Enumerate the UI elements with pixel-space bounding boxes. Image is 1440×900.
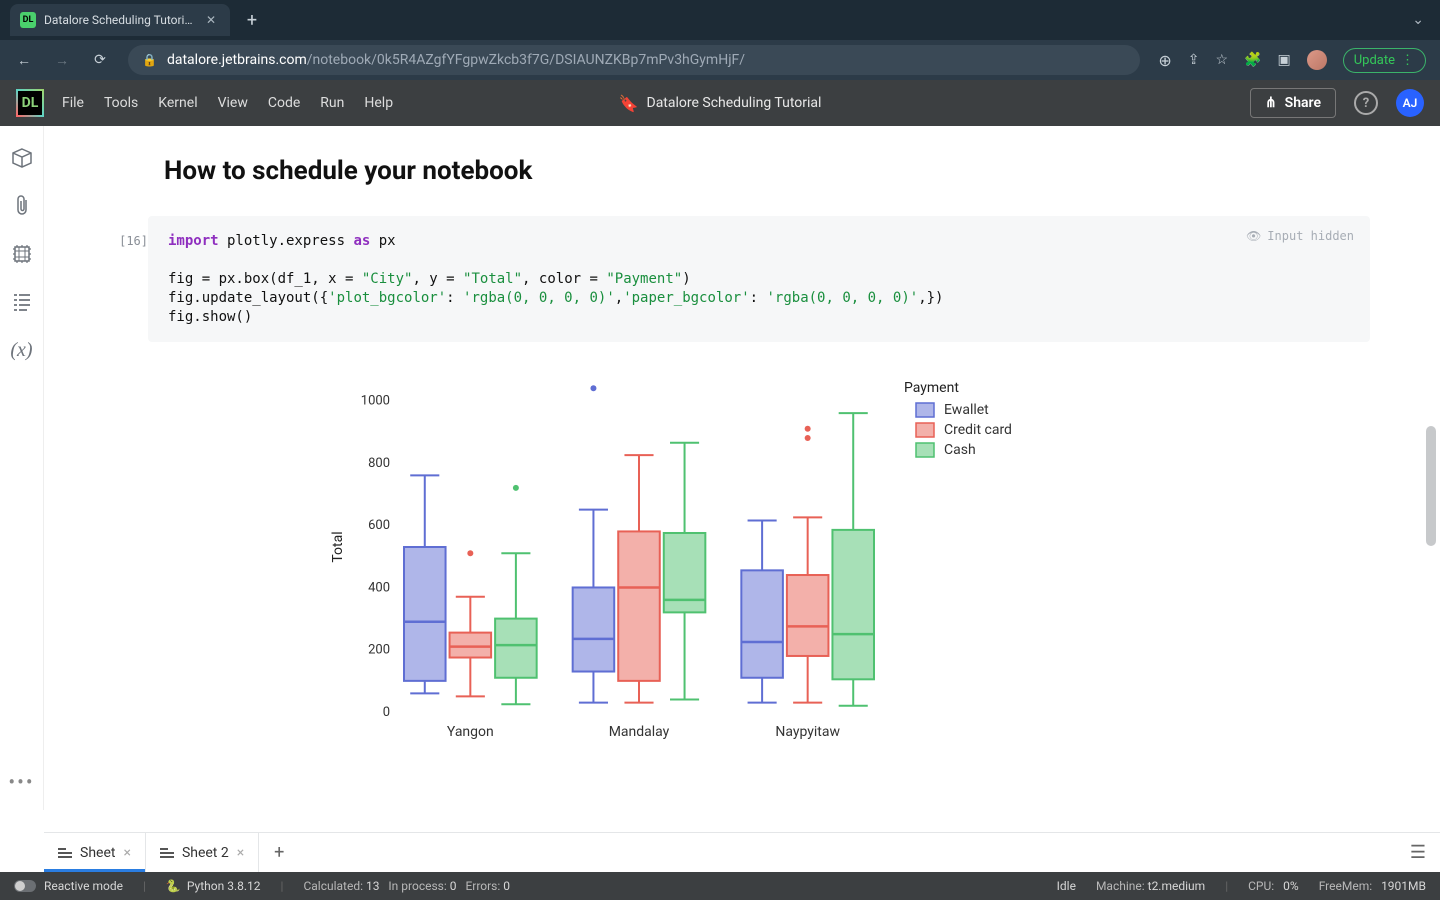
code-line: fig = px.box(df_1, x = "City", y = "Tota…: [168, 270, 1350, 289]
code-line: fig.show(): [168, 308, 1350, 327]
status-cpu[interactable]: CPU: 0%: [1248, 879, 1299, 893]
sheet-close-icon[interactable]: ×: [237, 845, 244, 861]
tab-close-icon[interactable]: ✕: [202, 13, 220, 27]
bookmark-icon: 🔖: [619, 94, 639, 113]
svg-text:600: 600: [368, 519, 390, 534]
status-bar: Reactive mode | 🐍 Python 3.8.12 | Calcul…: [0, 872, 1440, 900]
share-icon: ⋔: [1265, 95, 1277, 111]
user-avatar[interactable]: AJ: [1396, 89, 1424, 117]
reload-button[interactable]: ⟳: [90, 50, 110, 70]
svg-text:Ewallet: Ewallet: [944, 402, 989, 418]
notebook-title: Datalore Scheduling Tutorial: [647, 95, 822, 111]
svg-text:Total: Total: [330, 532, 346, 563]
sheet-label: Sheet 2: [182, 845, 229, 861]
package-icon[interactable]: [10, 146, 34, 170]
sheet-menu-icon[interactable]: ☰: [1396, 833, 1440, 872]
svg-text:Credit card: Credit card: [944, 422, 1012, 438]
svg-text:1000: 1000: [361, 394, 390, 409]
status-freemem[interactable]: FreeMem: 1901MB: [1319, 879, 1426, 893]
variables-icon[interactable]: (x): [10, 338, 34, 362]
code-line: fig.update_layout({'plot_bgcolor': 'rgba…: [168, 289, 1350, 308]
page-heading: How to schedule your notebook: [164, 156, 1370, 186]
datalore-logo[interactable]: DL: [16, 89, 44, 117]
sheet-label: Sheet: [80, 845, 115, 861]
url-path: /notebook/0k5R4AZgfYFgpwZkcb3f7G/DSIAUNZ…: [307, 52, 745, 68]
toggle-switch-icon[interactable]: [14, 880, 36, 892]
sheet-tab[interactable]: Sheet ×: [44, 833, 146, 872]
url-host: datalore.jetbrains.com: [167, 52, 307, 68]
sheet-icon: [58, 848, 72, 858]
browser-tabstrip: DL Datalore Scheduling Tutorial (D ✕ + ⌄: [0, 0, 1440, 40]
new-tab-button[interactable]: +: [240, 8, 264, 32]
sheet-close-icon[interactable]: ×: [123, 845, 130, 861]
zoom-icon[interactable]: ⊕: [1158, 51, 1171, 70]
app-menubar: DL File Tools Kernel View Code Run Help 🔖 Data…: [0, 80, 1440, 126]
svg-text:800: 800: [368, 456, 390, 471]
svg-text:Yangon: Yangon: [447, 724, 494, 740]
menu-kernel[interactable]: Kernel: [158, 95, 197, 111]
browser-toolbar: ← → ⟳ 🔒 datalore.jetbrains.com/notebook/…: [0, 40, 1440, 80]
cell-execution-count: [16]: [108, 216, 148, 342]
add-sheet-button[interactable]: +: [259, 833, 299, 872]
address-bar[interactable]: 🔒 datalore.jetbrains.com/notebook/0k5R4A…: [128, 45, 1140, 75]
sidepanel-icon[interactable]: ▣: [1277, 52, 1290, 68]
kernel-info[interactable]: 🐍 Python 3.8.12: [166, 879, 261, 893]
status-machine[interactable]: Machine: t2.medium: [1096, 879, 1205, 893]
rail-more-icon[interactable]: •••: [8, 770, 34, 794]
svg-text:Cash: Cash: [944, 442, 976, 458]
environment-icon[interactable]: [10, 242, 34, 266]
tab-title: Datalore Scheduling Tutorial (D: [44, 13, 194, 27]
input-hidden-toggle[interactable]: 👁 Input hidden: [1246, 228, 1354, 244]
code-cell[interactable]: 👁 Input hidden import plotly.express as …: [148, 216, 1370, 342]
code-line: import plotly.express as px: [168, 232, 1350, 251]
scrollbar-track[interactable]: [1426, 126, 1436, 832]
svg-text:Mandalay: Mandalay: [609, 724, 670, 740]
eye-icon: 👁: [1246, 228, 1261, 244]
chrome-menu-icon[interactable]: ⋮: [1401, 53, 1415, 68]
forward-button[interactable]: →: [52, 50, 72, 70]
extensions-icon[interactable]: 🧩: [1244, 52, 1261, 68]
lock-icon: 🔒: [142, 53, 157, 67]
profile-avatar-icon[interactable]: [1307, 50, 1327, 70]
scrollbar-thumb[interactable]: [1426, 426, 1436, 546]
menu-code[interactable]: Code: [268, 95, 300, 111]
share-button[interactable]: ⋔ Share: [1250, 88, 1336, 118]
back-button[interactable]: ←: [14, 50, 34, 70]
svg-text:Naypyitaw: Naypyitaw: [775, 724, 840, 740]
svg-text:Payment: Payment: [904, 380, 959, 396]
chrome-update-button[interactable]: Update ⋮: [1343, 48, 1426, 73]
sheet-icon: [160, 848, 174, 858]
update-label: Update: [1354, 53, 1395, 68]
svg-text:0: 0: [383, 705, 390, 720]
sheet-tab-bar: Sheet × Sheet 2 × + ☰: [44, 832, 1440, 872]
plotly-boxplot-output[interactable]: 0 200 400 600 800 1000 Total Yangon Mandalay Nayp…: [304, 362, 1370, 752]
menu-help[interactable]: Help: [364, 95, 393, 111]
menu-run[interactable]: Run: [320, 95, 344, 111]
reactive-mode-toggle[interactable]: Reactive mode: [14, 879, 123, 893]
help-button[interactable]: ?: [1354, 91, 1378, 115]
share-page-icon[interactable]: ⇪: [1188, 52, 1200, 68]
share-label: Share: [1285, 95, 1321, 111]
menu-file[interactable]: File: [62, 95, 84, 111]
datalore-favicon: DL: [20, 12, 36, 28]
svg-text:400: 400: [368, 581, 390, 596]
svg-text:200: 200: [368, 643, 390, 658]
left-tool-rail: (x) •••: [0, 126, 44, 810]
bookmark-star-icon[interactable]: ☆: [1215, 52, 1228, 68]
sheet-tab[interactable]: Sheet 2 ×: [146, 833, 259, 872]
tabs-overflow-icon[interactable]: ⌄: [1412, 12, 1424, 28]
menu-view[interactable]: View: [218, 95, 248, 111]
outline-icon[interactable]: [10, 290, 34, 314]
python-icon: 🐍: [166, 879, 181, 893]
browser-tab[interactable]: DL Datalore Scheduling Tutorial (D ✕: [10, 4, 230, 36]
status-idle: Idle: [1057, 879, 1076, 893]
status-calculated: Calculated: 13 In process: 0 Errors: 0: [303, 879, 510, 893]
notebook-title-area[interactable]: 🔖 Datalore Scheduling Tutorial: [619, 94, 822, 113]
attachments-icon[interactable]: [10, 194, 34, 218]
menu-tools[interactable]: Tools: [104, 95, 138, 111]
